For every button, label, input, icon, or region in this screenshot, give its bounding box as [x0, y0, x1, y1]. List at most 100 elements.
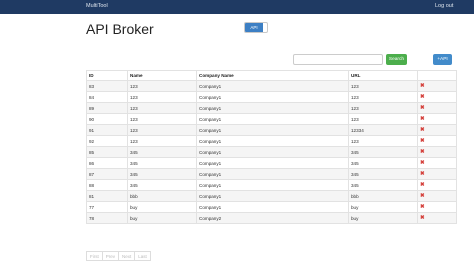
delete-icon[interactable]: ✖: [420, 127, 425, 133]
pagination-prev-button[interactable]: Prev: [102, 251, 120, 261]
cell-id: 89: [86, 102, 128, 114]
cell-name: 123: [127, 135, 197, 147]
cell-name: buy: [127, 201, 197, 213]
toggle-on-label: API: [245, 23, 263, 32]
table-row[interactable]: 86 345 Company1 345 ✖: [86, 157, 457, 169]
cell-url: 123: [348, 135, 418, 147]
pagination-last-button[interactable]: Last: [135, 251, 151, 261]
cell-name: 123: [127, 102, 197, 114]
brand-link[interactable]: MultiTool: [86, 3, 108, 9]
table-row[interactable]: 91 123 Company1 12334 ✖: [86, 124, 457, 136]
cell-url: 345: [348, 146, 418, 158]
search-input[interactable]: [293, 54, 383, 65]
delete-icon[interactable]: ✖: [420, 204, 425, 210]
delete-icon[interactable]: ✖: [420, 105, 425, 111]
table-row[interactable]: 83 123 Company1 123 ✖: [86, 80, 457, 92]
cell-actions: ✖: [417, 157, 457, 169]
delete-icon[interactable]: ✖: [420, 138, 425, 144]
delete-icon[interactable]: ✖: [420, 182, 425, 188]
cell-url: 123: [348, 113, 418, 125]
cell-url: 123: [348, 80, 418, 92]
delete-icon[interactable]: ✖: [420, 160, 425, 166]
cell-actions: ✖: [417, 113, 457, 125]
cell-actions: ✖: [417, 80, 457, 92]
cell-name: 345: [127, 146, 197, 158]
cell-company: Company1: [196, 146, 349, 158]
logout-link[interactable]: Log out: [435, 3, 453, 9]
delete-icon[interactable]: ✖: [420, 83, 425, 89]
cell-url: bbb: [348, 190, 418, 202]
cell-company: Company1: [196, 190, 349, 202]
cell-id: 78: [86, 212, 128, 224]
cell-url: buy: [348, 201, 418, 213]
col-header-id[interactable]: ID: [86, 70, 128, 81]
cell-id: 85: [86, 146, 128, 158]
page-title: API Broker: [86, 21, 154, 37]
cell-url: 123: [348, 102, 418, 114]
cell-actions: ✖: [417, 124, 457, 136]
cell-company: Company1: [196, 157, 349, 169]
cell-id: 84: [86, 91, 128, 103]
col-header-company[interactable]: Company Name: [196, 70, 349, 81]
cell-id: 77: [86, 201, 128, 213]
col-header-url[interactable]: URL: [348, 70, 418, 81]
table-row[interactable]: 90 123 Company1 123 ✖: [86, 113, 457, 125]
cell-company: Company1: [196, 168, 349, 180]
delete-icon[interactable]: ✖: [420, 149, 425, 155]
table-row[interactable]: 87 345 Company1 345 ✖: [86, 168, 457, 180]
cell-name: buy: [127, 212, 197, 224]
delete-icon[interactable]: ✖: [420, 116, 425, 122]
cell-company: Company1: [196, 135, 349, 147]
cell-company: Company1: [196, 80, 349, 92]
table-row[interactable]: 92 123 Company1 123 ✖: [86, 135, 457, 147]
cell-actions: ✖: [417, 179, 457, 191]
cell-name: 345: [127, 157, 197, 169]
cell-url: 345: [348, 168, 418, 180]
pagination-first-button[interactable]: First: [86, 251, 103, 261]
cell-id: 81: [86, 190, 128, 202]
cell-id: 86: [86, 157, 128, 169]
cell-name: bbb: [127, 190, 197, 202]
cell-url: 123: [348, 91, 418, 103]
cell-actions: ✖: [417, 146, 457, 158]
pagination-next-button[interactable]: Next: [119, 251, 136, 261]
cell-url: buy: [348, 212, 418, 224]
table-row[interactable]: 84 123 Company1 123 ✖: [86, 91, 457, 103]
cell-name: 345: [127, 168, 197, 180]
table-row[interactable]: 89 123 Company1 123 ✖: [86, 102, 457, 114]
col-header-name[interactable]: Name: [127, 70, 197, 81]
cell-company: Company1: [196, 113, 349, 125]
cell-id: 90: [86, 113, 128, 125]
col-header-actions: [417, 70, 457, 81]
cell-actions: ✖: [417, 91, 457, 103]
cell-company: Company1: [196, 179, 349, 191]
table-row[interactable]: 81 bbb Company1 bbb ✖: [86, 190, 457, 202]
cell-id: 87: [86, 168, 128, 180]
cell-actions: ✖: [417, 168, 457, 180]
delete-icon[interactable]: ✖: [420, 94, 425, 100]
cell-actions: ✖: [417, 135, 457, 147]
api-toggle[interactable]: API: [244, 22, 268, 33]
cell-company: Company2: [196, 212, 349, 224]
cell-url: 12334: [348, 124, 418, 136]
cell-actions: ✖: [417, 212, 457, 224]
table-row[interactable]: 88 345 Company1 345 ✖: [86, 179, 457, 191]
delete-icon[interactable]: ✖: [420, 193, 425, 199]
cell-name: 123: [127, 80, 197, 92]
add-api-button[interactable]: +API: [433, 54, 452, 65]
cell-company: Company1: [196, 91, 349, 103]
cell-name: 123: [127, 124, 197, 136]
delete-icon[interactable]: ✖: [420, 171, 425, 177]
cell-company: Company1: [196, 124, 349, 136]
api-table: ID Name Company Name URL 83 123 Company1 12…: [86, 70, 457, 224]
cell-name: 345: [127, 179, 197, 191]
cell-actions: ✖: [417, 201, 457, 213]
cell-company: Company1: [196, 201, 349, 213]
table-row[interactable]: 85 345 Company1 345 ✖: [86, 146, 457, 158]
table-row[interactable]: 78 buy Company2 buy ✖: [86, 212, 457, 224]
table-row[interactable]: 77 buy Company1 buy ✖: [86, 201, 457, 213]
delete-icon[interactable]: ✖: [420, 215, 425, 221]
cell-url: 345: [348, 157, 418, 169]
search-button[interactable]: Search: [386, 54, 407, 65]
pagination: First Prev Next Last: [86, 251, 151, 261]
